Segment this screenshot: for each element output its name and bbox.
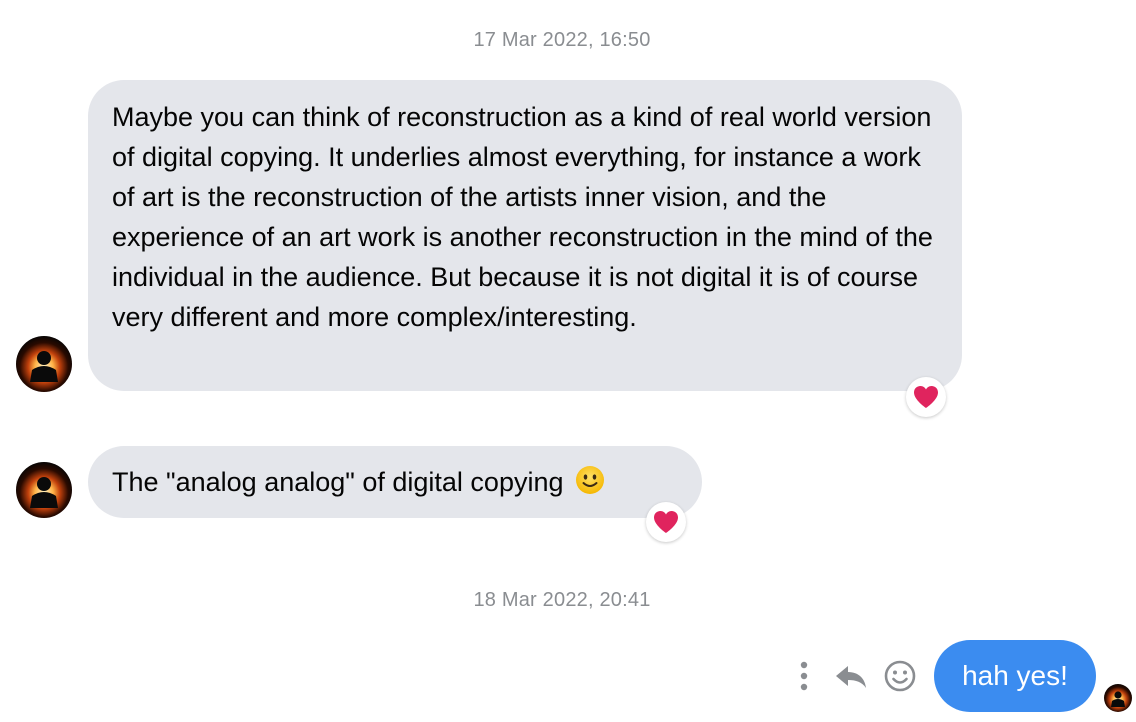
timestamp: 17 Mar 2022, 16:50 [473,29,651,51]
timestamp: 18 Mar 2022, 20:41 [473,589,651,611]
person-silhouette-icon [30,351,58,382]
heart-reaction[interactable] [646,502,686,542]
person-silhouette-icon [1111,691,1125,707]
react-icon [884,660,916,692]
message-bubble-outgoing[interactable]: hah yes! [934,640,1096,712]
read-receipt-avatar [1104,684,1132,712]
sender-avatar[interactable] [16,462,72,518]
message-text: Maybe you can think of reconstruction as… [112,102,933,332]
reply-button[interactable] [832,656,870,696]
red-heart-icon [654,511,678,533]
sender-avatar[interactable] [16,336,72,392]
more-icon [800,661,808,691]
slightly-smiling-face-icon [575,465,605,506]
message-bubble-incoming[interactable]: The "analog analog" of digital copying [88,446,702,518]
message-text: hah yes! [962,660,1068,691]
heart-reaction[interactable] [906,377,946,417]
more-options-button[interactable] [790,656,818,696]
chat-thread: 17 Mar 2022, 16:50 Maybe you can think o… [0,0,1136,722]
reply-icon [836,666,866,688]
react-button[interactable] [882,656,918,696]
message-bubble-incoming[interactable]: Maybe you can think of reconstruction as… [88,80,962,391]
message-text: The "analog analog" of digital copying [112,467,564,497]
red-heart-icon [914,386,938,408]
person-silhouette-icon [30,477,58,508]
